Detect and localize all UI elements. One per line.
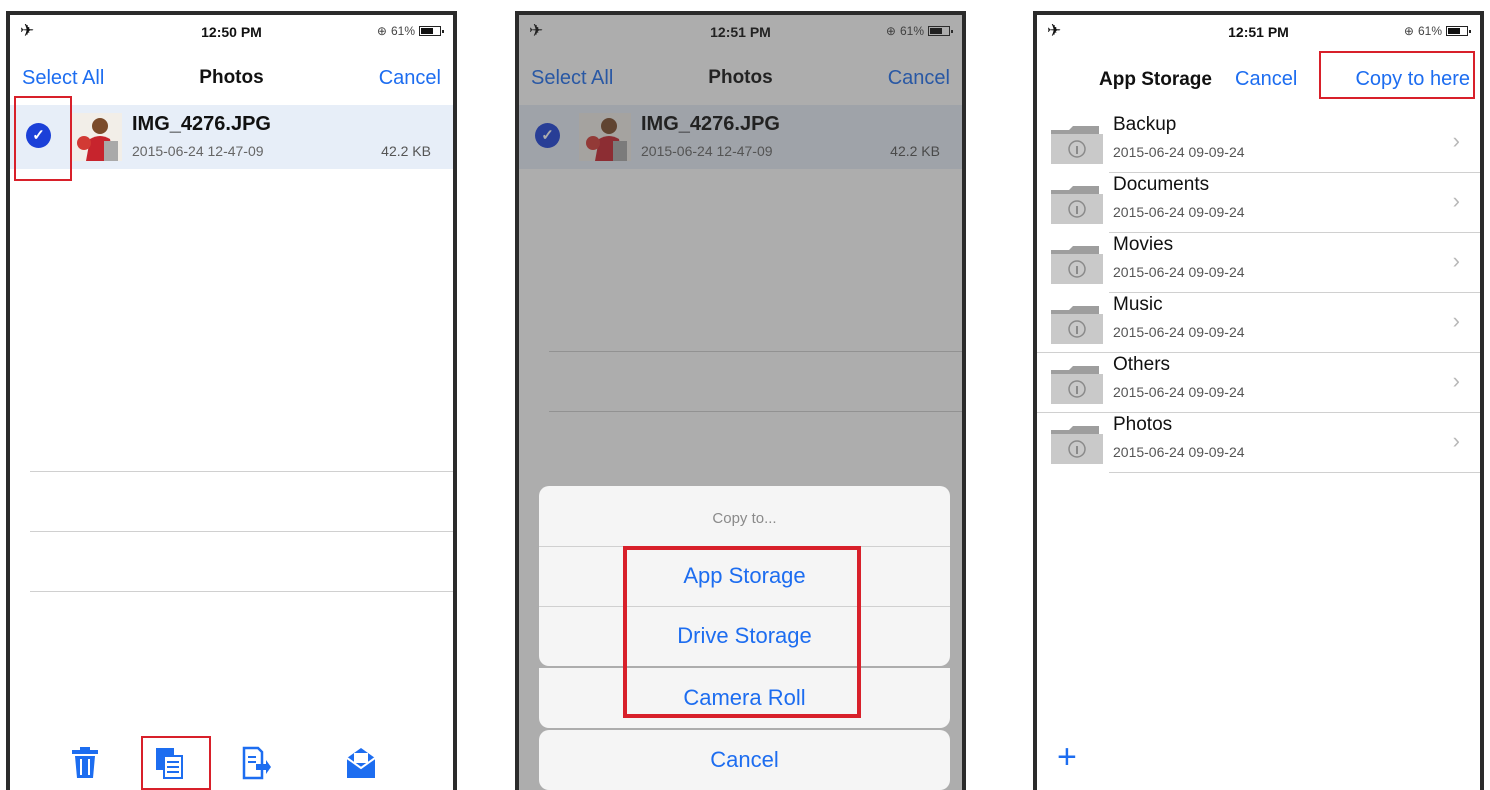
highlight-copy-button (141, 736, 211, 790)
divider (1037, 352, 1480, 353)
status-right: ⊕ 61% (376, 24, 444, 38)
rotation-lock-icon: ⊕ (376, 24, 387, 38)
folder-row[interactable]: Others 2015-06-24 09-09-24 › (1037, 352, 1480, 412)
chevron-right-icon: › (1452, 248, 1460, 273)
file-size: 42.2 KB (381, 143, 431, 159)
chevron-right-icon: › (1452, 368, 1460, 393)
trash-icon[interactable] (68, 746, 102, 780)
navigation-bar: Select All Photos Cancel (10, 55, 453, 103)
bottom-toolbar (10, 730, 453, 790)
phone-screen-photos: ✈ 12:50 PM ⊕ 61% Select All Photos Cance… (6, 11, 457, 790)
divider (30, 531, 453, 532)
divider (1109, 232, 1480, 233)
sheet-cancel-button[interactable]: Cancel (539, 730, 950, 790)
highlight-copy-options (623, 546, 861, 718)
folder-name: Others (1113, 354, 1171, 375)
folder-icon (1051, 126, 1103, 164)
folder-date: 2015-06-24 09-09-24 (1113, 324, 1245, 340)
file-row[interactable]: ✓ IMG_4276.JPG 2015-06-24 12-47-09 42.2 … (10, 105, 453, 169)
battery-percent: 61% (390, 24, 415, 38)
folder-name: Backup (1113, 114, 1177, 135)
folder-row[interactable]: Backup 2015-06-24 09-09-24 › (1037, 112, 1480, 172)
chevron-right-icon: › (1452, 428, 1460, 453)
folder-row[interactable]: Music 2015-06-24 09-09-24 › (1037, 292, 1480, 352)
file-date: 2015-06-24 12-47-09 (132, 143, 264, 159)
file-name: IMG_4276.JPG (132, 113, 271, 135)
folder-date: 2015-06-24 09-09-24 (1113, 384, 1245, 400)
folder-date: 2015-06-24 09-09-24 (1113, 264, 1245, 280)
rotation-lock-icon: ⊕ (1403, 24, 1414, 38)
divider (1037, 412, 1480, 413)
status-bar: ✈ 12:50 PM ⊕ 61% (10, 15, 453, 55)
cancel-button[interactable]: Cancel (1235, 68, 1297, 91)
mail-icon[interactable] (344, 746, 378, 780)
battery-icon (419, 26, 444, 36)
folder-name: Movies (1113, 234, 1174, 255)
folder-icon (1051, 306, 1103, 344)
divider (1109, 292, 1480, 293)
folder-icon (1051, 366, 1103, 404)
chevron-right-icon: › (1452, 188, 1460, 213)
battery-icon (1446, 26, 1471, 36)
folder-icon (1051, 246, 1103, 284)
cancel-button[interactable]: Cancel (379, 67, 441, 90)
highlight-copy-to-here (1319, 51, 1475, 99)
divider (1109, 172, 1480, 173)
export-icon[interactable] (238, 746, 272, 780)
sheet-title: Copy to... (712, 510, 777, 527)
add-folder-button[interactable]: + (1057, 740, 1077, 774)
folder-row[interactable]: Photos 2015-06-24 09-09-24 › (1037, 412, 1480, 472)
chevron-right-icon: › (1452, 128, 1460, 153)
status-bar: ✈ 12:51 PM ⊕ 61% (1037, 15, 1480, 55)
photo-thumbnail (70, 113, 122, 161)
battery-percent: 61% (1417, 24, 1442, 38)
folder-date: 2015-06-24 09-09-24 (1113, 144, 1245, 160)
phone-screen-app-storage: ✈ 12:51 PM ⊕ 61% App Storage Cancel Copy… (1033, 11, 1484, 790)
highlight-select-check (14, 96, 72, 181)
folder-date: 2015-06-24 09-09-24 (1113, 444, 1245, 460)
folder-row[interactable]: Documents 2015-06-24 09-09-24 › (1037, 172, 1480, 232)
divider (1109, 472, 1480, 473)
divider (30, 591, 453, 592)
folder-icon (1051, 186, 1103, 224)
chevron-right-icon: › (1452, 308, 1460, 333)
folder-name: Documents (1113, 174, 1210, 195)
divider (30, 471, 453, 472)
folder-date: 2015-06-24 09-09-24 (1113, 204, 1245, 220)
page-title: App Storage (1099, 69, 1212, 90)
folder-icon (1051, 426, 1103, 464)
folder-name: Photos (1113, 414, 1173, 435)
folder-name: Music (1113, 294, 1163, 315)
folder-row[interactable]: Movies 2015-06-24 09-09-24 › (1037, 232, 1480, 292)
status-right: ⊕ 61% (1403, 24, 1471, 38)
